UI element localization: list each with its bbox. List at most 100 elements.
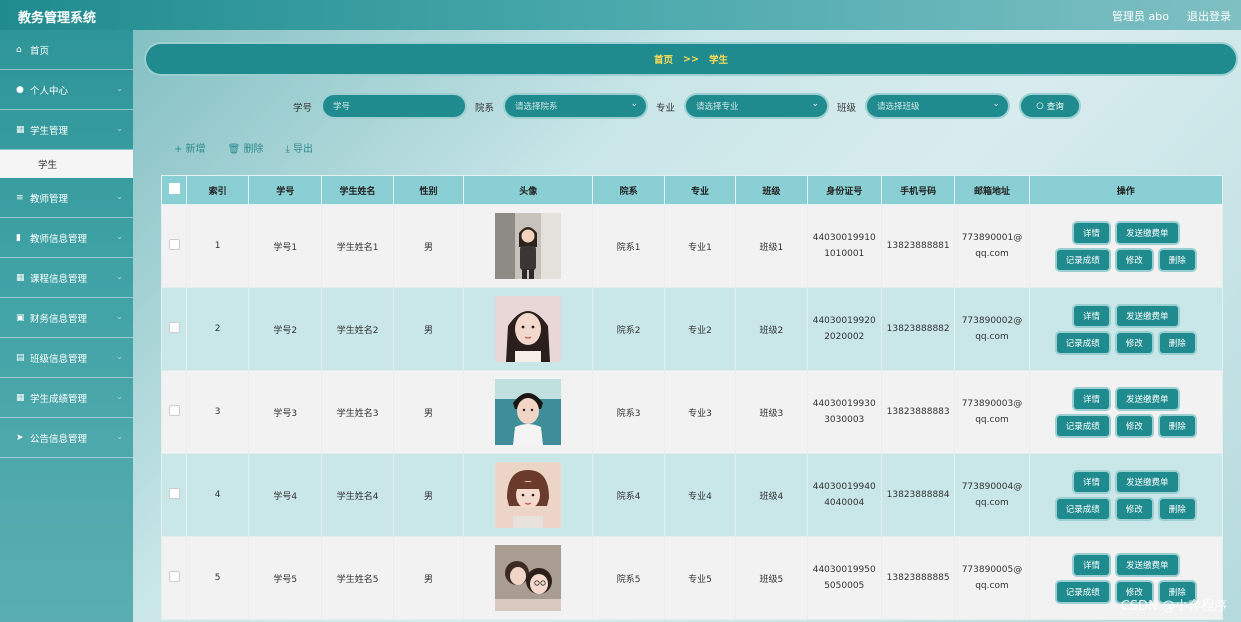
cell-xuehao: 学号3 — [248, 370, 323, 454]
delete-row-button[interactable]: 删除 — [1159, 415, 1195, 436]
table-row[interactable]: 1 学号1 学生姓名1 男 院系1 专业1 班级1 44030019910 1010001 138… — [160, 204, 1224, 288]
sidebar-item[interactable]: ▦ 课程信息管理 ⌄ — [0, 258, 133, 298]
sidebar-item-label: 公告信息管理 — [30, 433, 88, 445]
cell-gender: 男 — [392, 204, 465, 288]
export-button[interactable]: ⤓ 导出 — [285, 140, 313, 155]
delete-row-button[interactable]: 删除 — [1159, 498, 1195, 519]
cell-gender: 男 — [392, 453, 465, 537]
chevron-down-icon: ⌄ — [116, 84, 123, 93]
avatar — [495, 462, 562, 528]
delete-row-button[interactable]: 删除 — [1159, 249, 1195, 270]
cell-dept: 院系1 — [592, 204, 665, 288]
email-line1: 773890004@ — [961, 482, 1023, 492]
sidebar-item-label: 财务信息管理 — [30, 313, 88, 325]
chevron-down-icon: ⌄ — [116, 124, 123, 133]
send-bill-button[interactable]: 发送缴费单 — [1117, 388, 1178, 409]
avatar — [495, 545, 562, 611]
table-row[interactable]: 3 学号3 学生姓名3 男 院系3 专业3 班级3 44030019930 3030003 138… — [160, 370, 1224, 454]
sidebar-item-label: 班级信息管理 — [30, 353, 88, 365]
record-score-button[interactable]: 记录成绩 — [1056, 498, 1109, 519]
detail-button[interactable]: 详情 — [1074, 305, 1110, 326]
table-row[interactable]: 5 学号5 学生姓名5 男 院系5 专业5 班级5 44030019950 5050005 138… — [160, 536, 1224, 620]
edit-button[interactable]: 修改 — [1116, 332, 1152, 353]
delete-button[interactable]: 🗑 删除 — [228, 140, 264, 155]
logout-link[interactable]: 退出登录 — [1187, 8, 1231, 24]
breadcrumb-current: 学生 — [708, 55, 728, 66]
banji-placeholder: 请选择班级 — [877, 102, 920, 112]
sidebar-item[interactable]: ▤ 班级信息管理 ⌄ — [0, 338, 133, 378]
chevron-down-icon: ⌄ — [116, 192, 123, 201]
send-bill-button[interactable]: 发送缴费单 — [1117, 305, 1178, 326]
grid-icon: ▦ — [16, 272, 25, 283]
zhuanye-select[interactable]: 请选择专业 ⌄ — [686, 95, 827, 117]
edit-button[interactable]: 修改 — [1116, 249, 1152, 270]
zhuanye-label: 专业 — [656, 103, 676, 114]
sidebar-item[interactable]: ⌂ 首页 — [0, 30, 133, 70]
row-checkbox[interactable] — [168, 571, 180, 582]
cell-phone: 13823888882 — [880, 287, 956, 371]
column-header: 身份证号 — [806, 175, 882, 205]
sidebar-item[interactable]: ▮ 教师信息管理 ⌄ — [0, 218, 133, 258]
table-row[interactable]: 2 学号2 学生姓名2 男 院系2 专业2 班级2 44030019920 2020002 138… — [160, 287, 1224, 371]
banji-select[interactable]: 请选择班级 ⌄ — [867, 95, 1008, 117]
table-row[interactable]: 4 学号4 学生姓名4 男 院系4 专业4 班级4 44030019940 4040004 138… — [160, 453, 1224, 537]
cell-email: 773890002@ qq.com — [954, 287, 1030, 371]
student-table: 索引 学号 学生姓名 性别 头像 院系 专业 班级 身份证号 手机号码 邮箱地址 操作 1 学号1 学生姓… — [160, 175, 1224, 620]
select-all-checkbox[interactable] — [168, 183, 180, 194]
row-select-cell — [160, 204, 188, 288]
id-number-line2: 5050005 — [824, 581, 865, 591]
cell-email: 773890003@ qq.com — [954, 370, 1030, 454]
send-bill-button[interactable]: 发送缴费单 — [1117, 554, 1178, 575]
xuehao-input[interactable]: 学号 — [323, 95, 465, 117]
cell-major: 专业5 — [663, 536, 737, 620]
list-icon: ≡ — [16, 192, 24, 203]
cell-major: 专业2 — [663, 287, 737, 371]
select-all-cell — [160, 175, 188, 205]
add-button[interactable]: + 新增 — [174, 140, 206, 155]
cell-major: 专业1 — [663, 204, 737, 288]
toolbar: + 新增 🗑 删除 ⤓ 导出 — [174, 140, 313, 155]
row-checkbox[interactable] — [168, 322, 180, 333]
detail-button[interactable]: 详情 — [1074, 471, 1110, 492]
export-label: 导出 — [293, 144, 314, 155]
yuanxi-select[interactable]: 请选择院系 ⌄ — [505, 95, 646, 117]
zhuanye-placeholder: 请选择专业 — [696, 102, 739, 112]
cell-index: 3 — [186, 370, 250, 454]
record-score-button[interactable]: 记录成绩 — [1056, 332, 1109, 353]
record-score-button[interactable]: 记录成绩 — [1056, 581, 1109, 602]
banji-label: 班级 — [837, 103, 857, 114]
search-button[interactable]: ○ 查询 — [1021, 95, 1079, 117]
record-score-button[interactable]: 记录成绩 — [1056, 249, 1109, 270]
send-bill-button[interactable]: 发送缴费单 — [1117, 222, 1178, 243]
id-number-line2: 1010001 — [824, 249, 865, 259]
edit-button[interactable]: 修改 — [1116, 415, 1152, 436]
home-icon: ⌂ — [16, 44, 22, 55]
sidebar-item[interactable]: ➤ 公告信息管理 ⌄ — [0, 418, 133, 458]
detail-button[interactable]: 详情 — [1074, 554, 1110, 575]
sidebar-item[interactable]: ▣ 财务信息管理 ⌄ — [0, 298, 133, 338]
row-checkbox[interactable] — [168, 239, 180, 250]
sidebar-subitem-student[interactable]: 学生 — [0, 150, 133, 178]
cell-id-number: 44030019940 4040004 — [806, 453, 882, 537]
sidebar-item[interactable]: ≡ 教师管理 ⌄ — [0, 178, 133, 218]
sidebar-item[interactable]: ▦ 学生成绩管理 ⌄ — [0, 378, 133, 418]
record-score-button[interactable]: 记录成绩 — [1056, 415, 1109, 436]
xuehao-label: 学号 — [293, 103, 313, 114]
column-header: 头像 — [463, 175, 594, 205]
user-name[interactable]: 管理员 abo — [1112, 8, 1169, 24]
cell-index: 2 — [186, 287, 250, 371]
row-checkbox[interactable] — [168, 405, 180, 416]
column-header: 学号 — [248, 175, 323, 205]
send-bill-button[interactable]: 发送缴费单 — [1117, 471, 1178, 492]
detail-button[interactable]: 详情 — [1074, 222, 1110, 243]
breadcrumb-home[interactable]: 首页 — [654, 52, 673, 66]
cell-xuehao: 学号1 — [248, 204, 323, 288]
cell-class: 班级4 — [735, 453, 808, 537]
cell-id-number: 44030019920 2020002 — [806, 287, 882, 371]
delete-row-button[interactable]: 删除 — [1159, 332, 1195, 353]
edit-button[interactable]: 修改 — [1116, 498, 1152, 519]
row-checkbox[interactable] — [168, 488, 180, 499]
user-icon: ● — [16, 84, 24, 95]
detail-button[interactable]: 详情 — [1074, 388, 1110, 409]
trash-icon: 🗑 — [227, 144, 244, 155]
